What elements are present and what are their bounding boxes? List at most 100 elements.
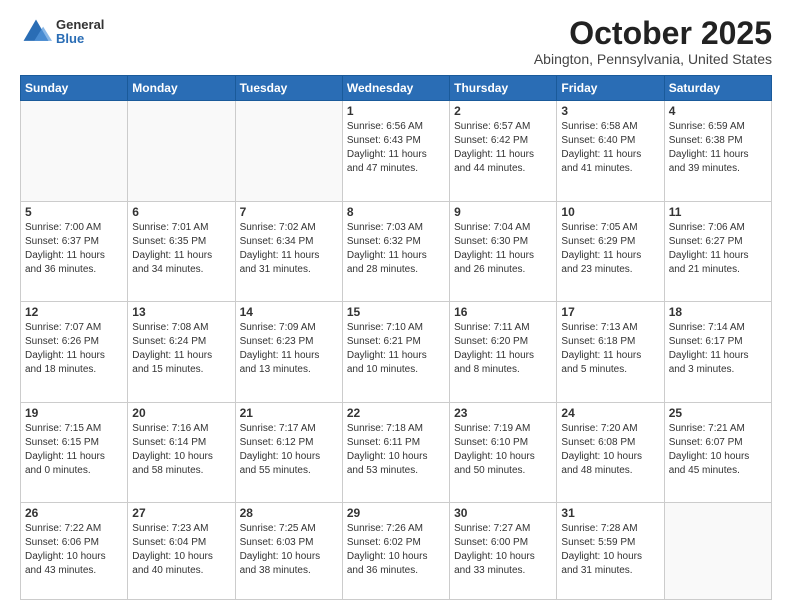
calendar-week-1: 1 Sunrise: 6:56 AM Sunset: 6:43 PM Daylig… xyxy=(21,101,772,201)
calendar-cell: 18Sunrise: 7:14 AM Sunset: 6:17 PM Dayli… xyxy=(664,302,771,402)
day-number: 18 xyxy=(669,305,767,319)
day-info: Sunrise: 7:15 AM Sunset: 6:15 PM Dayligh… xyxy=(25,422,123,478)
title-block: October 2025 Abington, Pennsylvania, Uni… xyxy=(534,16,772,67)
day-info: Sunrise: 7:26 AM Sunset: 6:02 PM Dayligh… xyxy=(347,522,445,578)
day-number: 5 xyxy=(25,205,123,219)
calendar-week-3: 12 Sunrise: 7:07 AM Sunset: 6:26 PM Dayli… xyxy=(21,302,772,402)
day-info: Sunrise: 7:06 AM Sunset: 6:27 PM Dayligh… xyxy=(669,221,767,277)
calendar-cell: 12 Sunrise: 7:07 AM Sunset: 6:26 PM Dayli… xyxy=(21,302,128,402)
calendar-week-5: 26 Sunrise: 7:22 AM Sunset: 6:06 PM Dayli… xyxy=(21,503,772,600)
calendar-cell: 20 Sunrise: 7:16 AM Sunset: 6:14 PM Dayli… xyxy=(128,402,235,502)
calendar-week-4: 19 Sunrise: 7:15 AM Sunset: 6:15 PM Dayli… xyxy=(21,402,772,502)
day-info: Sunrise: 7:10 AM Sunset: 6:21 PM Dayligh… xyxy=(347,321,445,377)
day-info: Sunrise: 7:13 AM Sunset: 6:18 PM Dayligh… xyxy=(561,321,659,377)
calendar-header: SundayMondayTuesdayWednesdayThursdayFrid… xyxy=(21,76,772,101)
day-number: 21 xyxy=(240,406,338,420)
day-info: Sunrise: 7:19 AM Sunset: 6:10 PM Dayligh… xyxy=(454,422,552,478)
calendar-cell: 6 Sunrise: 7:01 AM Sunset: 6:35 PM Daylig… xyxy=(128,201,235,301)
calendar-cell: 2Sunrise: 6:57 AM Sunset: 6:42 PM Daylig… xyxy=(450,101,557,201)
day-number: 6 xyxy=(132,205,230,219)
day-number: 28 xyxy=(240,506,338,520)
calendar-cell: 30 Sunrise: 7:27 AM Sunset: 6:00 PM Dayli… xyxy=(450,503,557,600)
day-info: Sunrise: 7:23 AM Sunset: 6:04 PM Dayligh… xyxy=(132,522,230,578)
day-number: 1 xyxy=(347,104,445,118)
day-number: 27 xyxy=(132,506,230,520)
day-info: Sunrise: 7:07 AM Sunset: 6:26 PM Dayligh… xyxy=(25,321,123,377)
day-info: Sunrise: 7:11 AM Sunset: 6:20 PM Dayligh… xyxy=(454,321,552,377)
logo-icon xyxy=(20,16,52,48)
header: General Blue October 2025 Abington, Penn… xyxy=(20,16,772,67)
calendar-cell: 21 Sunrise: 7:17 AM Sunset: 6:12 PM Dayli… xyxy=(235,402,342,502)
day-info: Sunrise: 7:02 AM Sunset: 6:34 PM Dayligh… xyxy=(240,221,338,277)
day-info: Sunrise: 7:18 AM Sunset: 6:11 PM Dayligh… xyxy=(347,422,445,478)
calendar-cell: 13Sunrise: 7:08 AM Sunset: 6:24 PM Dayli… xyxy=(128,302,235,402)
calendar-cell xyxy=(664,503,771,600)
weekday-monday: Monday xyxy=(128,76,235,101)
calendar-cell: 5 Sunrise: 7:00 AM Sunset: 6:37 PM Daylig… xyxy=(21,201,128,301)
calendar-cell: 8 Sunrise: 7:03 AM Sunset: 6:32 PM Daylig… xyxy=(342,201,449,301)
weekday-tuesday: Tuesday xyxy=(235,76,342,101)
calendar-cell xyxy=(21,101,128,201)
calendar-cell: 11Sunrise: 7:06 AM Sunset: 6:27 PM Dayli… xyxy=(664,201,771,301)
calendar-cell: 27 Sunrise: 7:23 AM Sunset: 6:04 PM Dayli… xyxy=(128,503,235,600)
day-number: 19 xyxy=(25,406,123,420)
calendar-cell: 17 Sunrise: 7:13 AM Sunset: 6:18 PM Dayli… xyxy=(557,302,664,402)
calendar-week-2: 5 Sunrise: 7:00 AM Sunset: 6:37 PM Daylig… xyxy=(21,201,772,301)
day-number: 8 xyxy=(347,205,445,219)
weekday-wednesday: Wednesday xyxy=(342,76,449,101)
day-number: 7 xyxy=(240,205,338,219)
day-info: Sunrise: 7:25 AM Sunset: 6:03 PM Dayligh… xyxy=(240,522,338,578)
calendar-cell xyxy=(128,101,235,201)
day-info: Sunrise: 7:28 AM Sunset: 5:59 PM Dayligh… xyxy=(561,522,659,578)
day-info: Sunrise: 7:03 AM Sunset: 6:32 PM Dayligh… xyxy=(347,221,445,277)
day-info: Sunrise: 7:17 AM Sunset: 6:12 PM Dayligh… xyxy=(240,422,338,478)
calendar-body: 1 Sunrise: 6:56 AM Sunset: 6:43 PM Daylig… xyxy=(21,101,772,600)
weekday-thursday: Thursday xyxy=(450,76,557,101)
logo-blue: Blue xyxy=(56,32,104,46)
calendar-cell: 1 Sunrise: 6:56 AM Sunset: 6:43 PM Daylig… xyxy=(342,101,449,201)
day-number: 30 xyxy=(454,506,552,520)
calendar-cell: 25Sunrise: 7:21 AM Sunset: 6:07 PM Dayli… xyxy=(664,402,771,502)
day-info: Sunrise: 7:27 AM Sunset: 6:00 PM Dayligh… xyxy=(454,522,552,578)
weekday-friday: Friday xyxy=(557,76,664,101)
calendar-cell: 15 Sunrise: 7:10 AM Sunset: 6:21 PM Dayli… xyxy=(342,302,449,402)
day-info: Sunrise: 7:22 AM Sunset: 6:06 PM Dayligh… xyxy=(25,522,123,578)
calendar-cell: 23 Sunrise: 7:19 AM Sunset: 6:10 PM Dayli… xyxy=(450,402,557,502)
day-number: 17 xyxy=(561,305,659,319)
calendar-cell: 19 Sunrise: 7:15 AM Sunset: 6:15 PM Dayli… xyxy=(21,402,128,502)
calendar-cell: 31Sunrise: 7:28 AM Sunset: 5:59 PM Dayli… xyxy=(557,503,664,600)
day-number: 12 xyxy=(25,305,123,319)
calendar-cell: 4 Sunrise: 6:59 AM Sunset: 6:38 PM Daylig… xyxy=(664,101,771,201)
day-number: 14 xyxy=(240,305,338,319)
day-number: 26 xyxy=(25,506,123,520)
day-info: Sunrise: 6:56 AM Sunset: 6:43 PM Dayligh… xyxy=(347,120,445,176)
calendar-cell: 16Sunrise: 7:11 AM Sunset: 6:20 PM Dayli… xyxy=(450,302,557,402)
weekday-header-row: SundayMondayTuesdayWednesdayThursdayFrid… xyxy=(21,76,772,101)
calendar-cell: 7 Sunrise: 7:02 AM Sunset: 6:34 PM Daylig… xyxy=(235,201,342,301)
day-number: 22 xyxy=(347,406,445,420)
logo-general: General xyxy=(56,18,104,32)
day-info: Sunrise: 7:16 AM Sunset: 6:14 PM Dayligh… xyxy=(132,422,230,478)
weekday-saturday: Saturday xyxy=(664,76,771,101)
day-number: 29 xyxy=(347,506,445,520)
day-info: Sunrise: 6:58 AM Sunset: 6:40 PM Dayligh… xyxy=(561,120,659,176)
day-info: Sunrise: 7:00 AM Sunset: 6:37 PM Dayligh… xyxy=(25,221,123,277)
day-info: Sunrise: 7:20 AM Sunset: 6:08 PM Dayligh… xyxy=(561,422,659,478)
day-info: Sunrise: 7:01 AM Sunset: 6:35 PM Dayligh… xyxy=(132,221,230,277)
weekday-sunday: Sunday xyxy=(21,76,128,101)
day-number: 4 xyxy=(669,104,767,118)
day-info: Sunrise: 7:21 AM Sunset: 6:07 PM Dayligh… xyxy=(669,422,767,478)
logo-text: General Blue xyxy=(56,18,104,47)
day-info: Sunrise: 6:59 AM Sunset: 6:38 PM Dayligh… xyxy=(669,120,767,176)
day-info: Sunrise: 7:09 AM Sunset: 6:23 PM Dayligh… xyxy=(240,321,338,377)
day-number: 20 xyxy=(132,406,230,420)
calendar-cell: 10Sunrise: 7:05 AM Sunset: 6:29 PM Dayli… xyxy=(557,201,664,301)
location: Abington, Pennsylvania, United States xyxy=(534,51,772,67)
month-title: October 2025 xyxy=(534,16,772,51)
day-number: 15 xyxy=(347,305,445,319)
day-number: 23 xyxy=(454,406,552,420)
calendar-cell xyxy=(235,101,342,201)
day-number: 2 xyxy=(454,104,552,118)
calendar-cell: 28 Sunrise: 7:25 AM Sunset: 6:03 PM Dayli… xyxy=(235,503,342,600)
calendar-cell: 29 Sunrise: 7:26 AM Sunset: 6:02 PM Dayli… xyxy=(342,503,449,600)
